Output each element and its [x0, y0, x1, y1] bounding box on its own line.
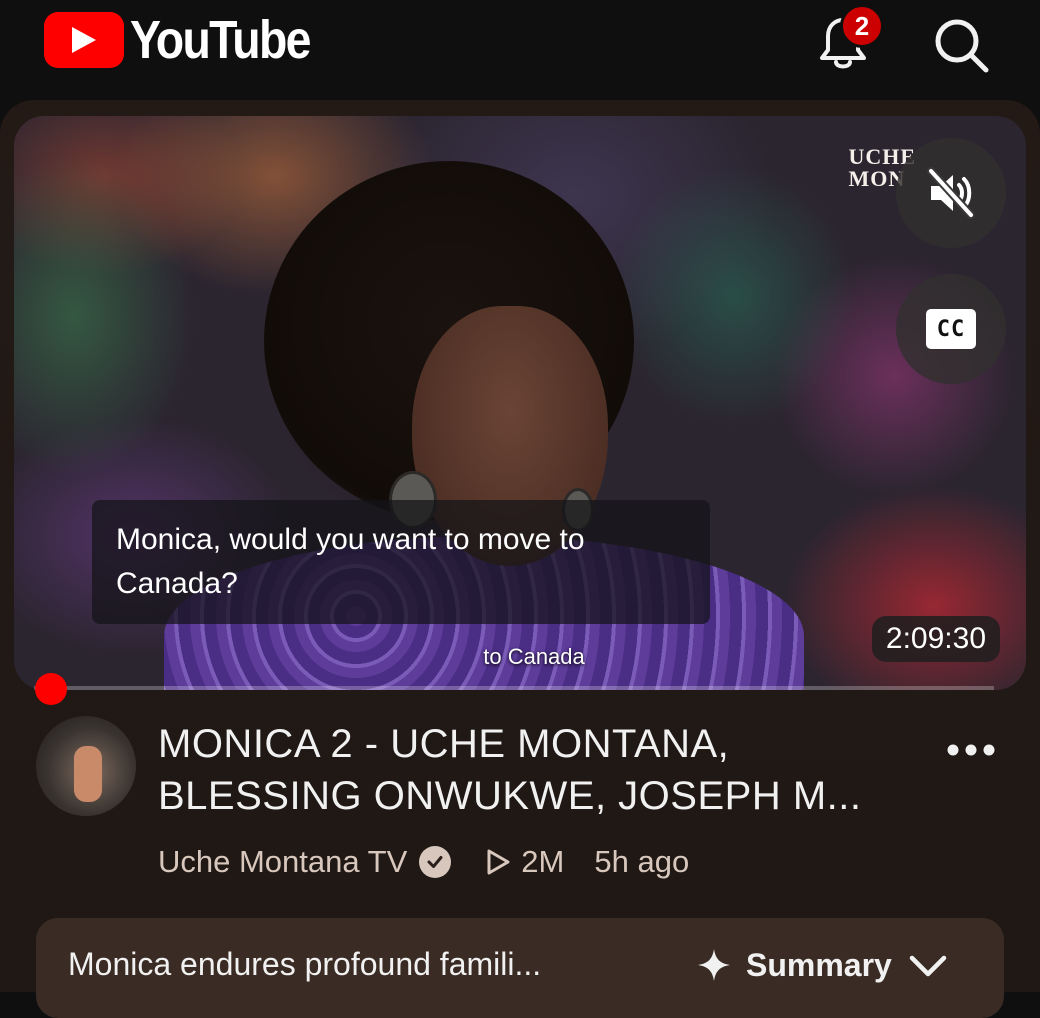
channel-avatar[interactable]: [36, 716, 136, 816]
verified-check-icon: [419, 846, 452, 878]
mute-button[interactable]: [896, 138, 1006, 248]
youtube-logo[interactable]: YouTube: [44, 10, 339, 70]
youtube-wordmark: YouTube: [130, 10, 311, 70]
captions-button[interactable]: CC: [896, 274, 1006, 384]
chevron-down-icon: [909, 955, 947, 977]
volume-muted-icon: [927, 167, 975, 219]
caption-overlay: Monica, would you want to move to Canada…: [92, 500, 710, 624]
closed-captions-icon: CC: [926, 309, 976, 349]
summary-expand-button[interactable]: Summary: [696, 942, 950, 988]
youtube-play-icon: [44, 12, 124, 68]
summary-button-label: Summary: [746, 946, 892, 983]
search-icon: [935, 19, 989, 73]
avatar-figure: [74, 746, 102, 802]
notifications-button[interactable]: 2: [808, 4, 884, 76]
top-app-bar: YouTube 2: [0, 0, 1040, 100]
channel-name[interactable]: Uche Montana TV: [158, 844, 407, 880]
video-title[interactable]: MONICA 2 - UCHE MONTANA, BLESSING ONWUKW…: [158, 718, 928, 822]
upload-age: 5h ago: [594, 844, 690, 879]
sparkle-icon: [698, 949, 730, 981]
video-meta-row: Uche Montana TV 2M 5h ago: [158, 840, 689, 884]
progress-bar[interactable]: [34, 686, 994, 690]
ai-summary-bar[interactable]: Monica endures profound famili... Summar…: [36, 918, 1004, 1018]
play-outline-icon: [487, 849, 510, 875]
video-player[interactable]: UCHE MON CC Monica, would you want to mo…: [14, 116, 1026, 690]
progress-scrubber[interactable]: [35, 673, 67, 705]
summary-text: Monica endures profound famili...: [68, 946, 542, 982]
view-count-value: 2M: [521, 844, 565, 879]
more-vertical-icon: [947, 744, 995, 756]
view-count: 2M: [483, 844, 564, 880]
more-options-button[interactable]: [944, 730, 998, 770]
notification-count-badge: 2: [840, 4, 884, 48]
duration-badge: 2:09:30: [871, 616, 1000, 662]
burned-in-subtitle: to Canada: [483, 644, 585, 669]
search-button[interactable]: [930, 14, 992, 76]
